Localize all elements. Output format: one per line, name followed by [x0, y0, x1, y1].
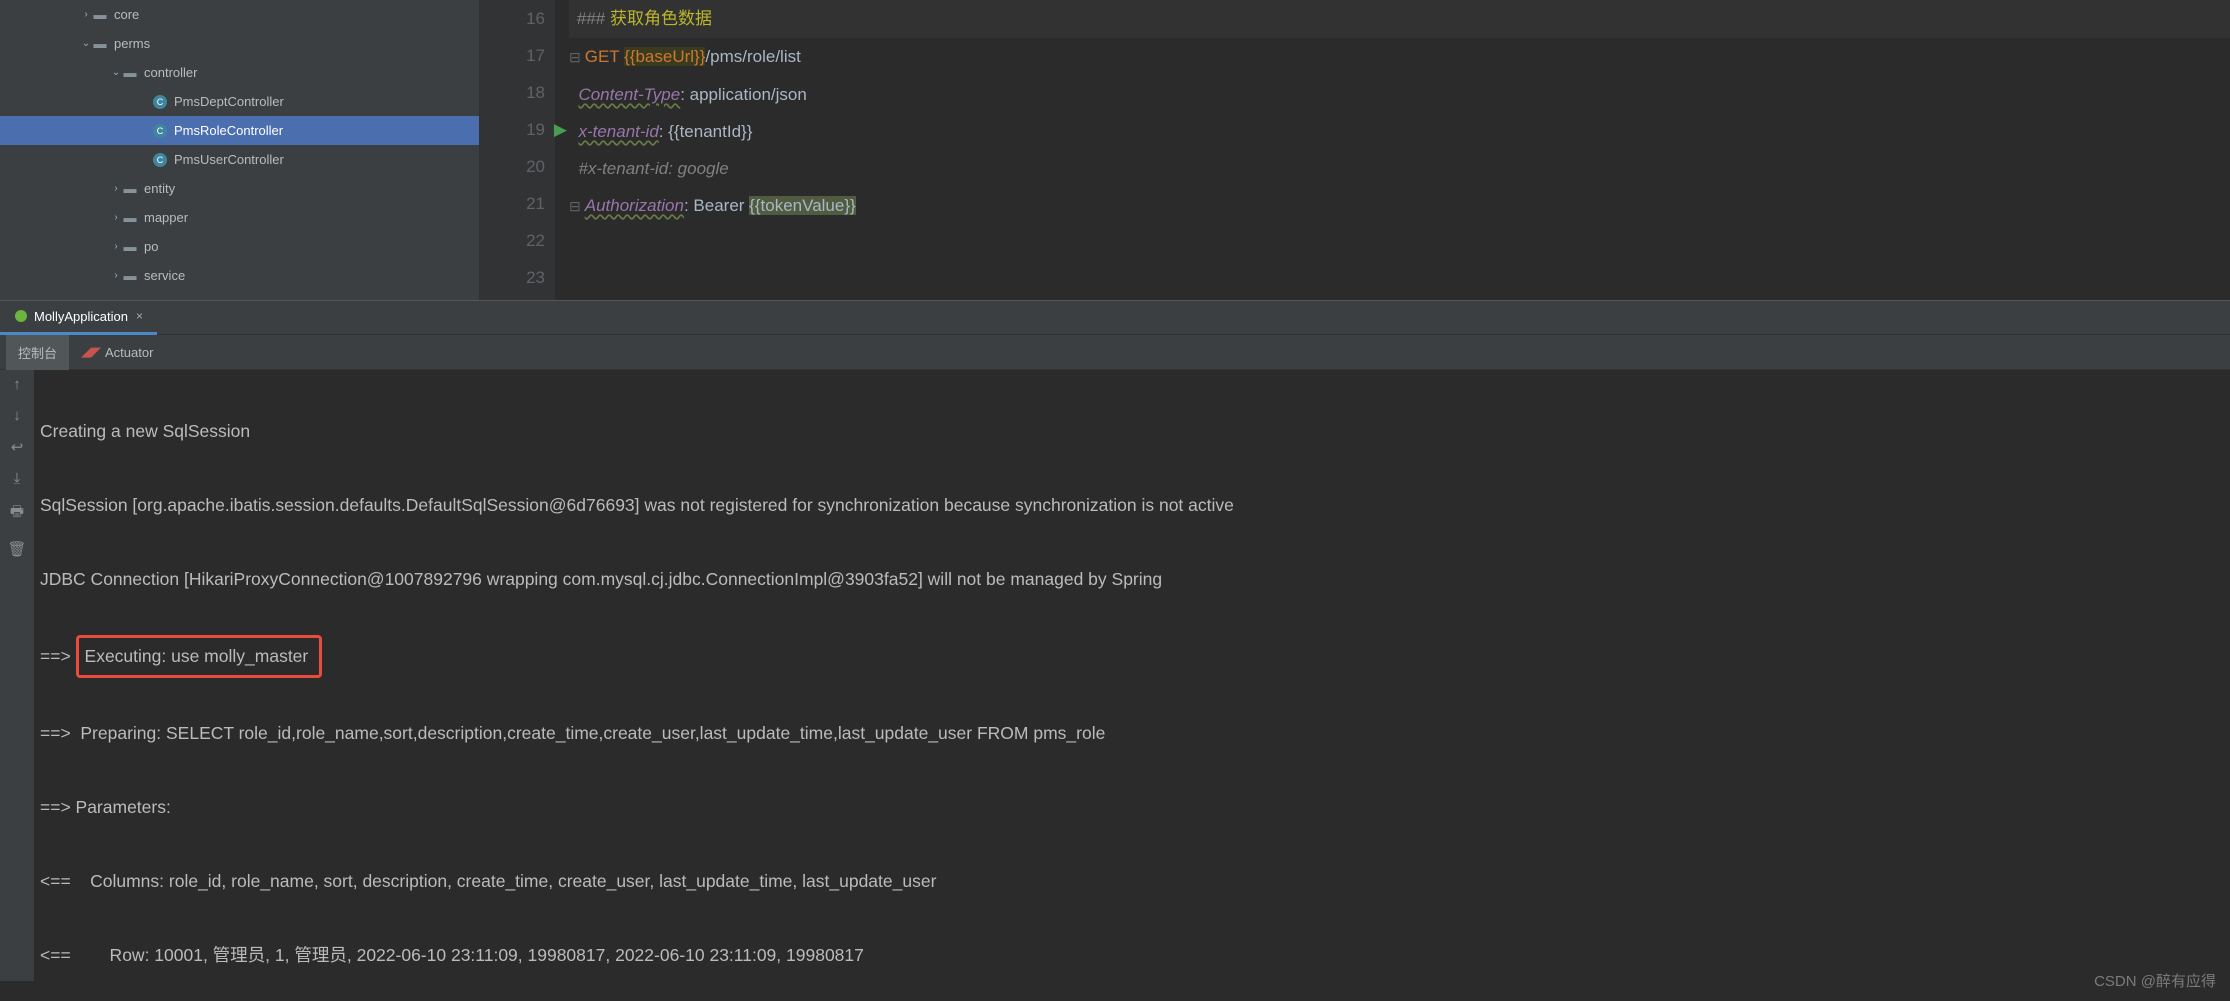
tree-label: PmsUserController: [174, 152, 284, 167]
tool-window-tab-molly[interactable]: MollyApplication ×: [0, 300, 157, 335]
code-line: #x-tenant-id: google: [569, 150, 2230, 187]
tree-item-user-controller[interactable]: C PmsUserController: [0, 145, 479, 174]
code-line: ### 获取角色数据: [569, 0, 2230, 38]
fold-close-icon[interactable]: ⊟: [569, 198, 581, 214]
chevron-down-icon: ⌄: [110, 67, 122, 78]
code-line: ⊟GET {{baseUrl}}/pms/role/list: [569, 38, 2230, 76]
tree-item-mapper[interactable]: › ▬ mapper: [0, 203, 479, 232]
tree-label: po: [144, 239, 158, 254]
folder-icon: ▬: [122, 268, 138, 284]
console-output[interactable]: Creating a new SqlSession SqlSession [or…: [34, 370, 2230, 981]
tree-item-po[interactable]: › ▬ po: [0, 232, 479, 261]
editor-area[interactable]: 16 17 18 19▶ 20 21 22 23 ### 获取角色数据 ⊟GET…: [480, 0, 2230, 300]
class-icon: C: [152, 94, 168, 110]
chevron-right-icon: ›: [110, 270, 122, 281]
console-tab-console[interactable]: 控制台: [6, 335, 69, 370]
console-line: Creating a new SqlSession: [40, 413, 2230, 450]
line-number: 16: [480, 0, 545, 37]
console-line: <== Row: 10001, 管理员, 1, 管理员, 2022-06-10 …: [40, 937, 2230, 974]
tool-window-tabs: MollyApplication ×: [0, 300, 2230, 335]
console-line: JDBC Connection [HikariProxyConnection@1…: [40, 561, 2230, 598]
tree-label: mapper: [144, 210, 188, 225]
chevron-right-icon: ›: [110, 183, 122, 194]
tree-item-dept-controller[interactable]: C PmsDeptController: [0, 87, 479, 116]
console-toolbar: ↑ ↓ ↩ ⤓ 🖶 🗑: [0, 370, 34, 981]
chevron-right-icon: ›: [110, 212, 122, 223]
chevron-right-icon: ›: [80, 9, 92, 20]
folder-icon: ▬: [122, 210, 138, 226]
folder-icon: ▬: [122, 181, 138, 197]
tree-label: controller: [144, 65, 197, 80]
code-line: x-tenant-id: {{tenantId}}: [569, 113, 2230, 150]
actuator-icon: ◢◤: [81, 344, 101, 360]
editor-gutter[interactable]: 16 17 18 19▶ 20 21 22 23: [480, 0, 555, 300]
tree-label: service: [144, 268, 185, 283]
class-icon: C: [152, 152, 168, 168]
scroll-to-end-icon[interactable]: ⤓: [14, 470, 21, 487]
close-icon[interactable]: ×: [136, 309, 143, 323]
console-body: ↑ ↓ ↩ ⤓ 🖶 🗑 Creating a new SqlSession Sq…: [0, 370, 2230, 981]
tree-label: perms: [114, 36, 150, 51]
line-number: 23: [480, 259, 545, 296]
tree-label: PmsDeptController: [174, 94, 284, 109]
console-line: <== Columns: role_id, role_name, sort, d…: [40, 863, 2230, 900]
print-icon[interactable]: 🖶: [10, 501, 24, 526]
line-number-run: 19▶: [480, 111, 545, 148]
line-number: 18: [480, 74, 545, 111]
code-line: ⊟Authorization: Bearer {{tokenValue}}: [569, 187, 2230, 225]
scroll-up-icon[interactable]: ↑: [13, 376, 21, 393]
folder-icon: ▬: [92, 7, 108, 23]
class-icon: C: [152, 123, 168, 139]
console-line: ==> Preparing: SELECT role_id,role_name,…: [40, 715, 2230, 752]
code-editor[interactable]: ### 获取角色数据 ⊟GET {{baseUrl}}/pms/role/lis…: [555, 0, 2230, 300]
console-sub-tabs: 控制台 ◢◤ Actuator: [0, 335, 2230, 370]
chevron-down-icon: ⌄: [80, 38, 92, 49]
chevron-right-icon: ›: [110, 241, 122, 252]
tree-item-role-controller[interactable]: C PmsRoleController: [0, 116, 479, 145]
tree-item-perms[interactable]: ⌄ ▬ perms: [0, 29, 479, 58]
folder-icon: ▬: [92, 36, 108, 52]
tree-item-controller[interactable]: ⌄ ▬ controller: [0, 58, 479, 87]
tree-label: PmsRoleController: [174, 123, 283, 138]
clear-icon[interactable]: 🗑: [7, 540, 26, 558]
line-number: 22: [480, 222, 545, 259]
highlighted-sql: Executing: use molly_master: [76, 635, 323, 678]
soft-wrap-icon[interactable]: ↩: [11, 438, 24, 456]
scroll-down-icon[interactable]: ↓: [13, 407, 21, 424]
fold-open-icon[interactable]: ⊟: [569, 49, 581, 65]
tab-label: MollyApplication: [34, 309, 128, 324]
console-tab-actuator[interactable]: ◢◤ Actuator: [69, 335, 165, 370]
code-line: Content-Type: application/json: [569, 76, 2230, 113]
tree-label: core: [114, 7, 139, 22]
console-line: ==> Executing: use molly_master: [40, 635, 2230, 678]
tree-label: entity: [144, 181, 175, 196]
watermark: CSDN @醉有应得: [2094, 970, 2216, 991]
console-line: SqlSession [org.apache.ibatis.session.de…: [40, 487, 2230, 524]
fold-mark-icon: [569, 11, 573, 27]
console-line: ==> Parameters:: [40, 789, 2230, 826]
line-number: 20: [480, 148, 545, 185]
project-tree[interactable]: › ▬ core ⌄ ▬ perms ⌄ ▬ controller C PmsD…: [0, 0, 480, 300]
tree-item-core[interactable]: › ▬ core: [0, 0, 479, 29]
folder-icon: ▬: [122, 239, 138, 255]
line-number: 17: [480, 37, 545, 74]
folder-icon: ▬: [122, 65, 138, 81]
tree-item-service[interactable]: › ▬ service: [0, 261, 479, 290]
line-number: 21: [480, 185, 545, 222]
tree-item-entity[interactable]: › ▬ entity: [0, 174, 479, 203]
spring-icon: [14, 309, 28, 323]
top-pane: › ▬ core ⌄ ▬ perms ⌄ ▬ controller C PmsD…: [0, 0, 2230, 300]
